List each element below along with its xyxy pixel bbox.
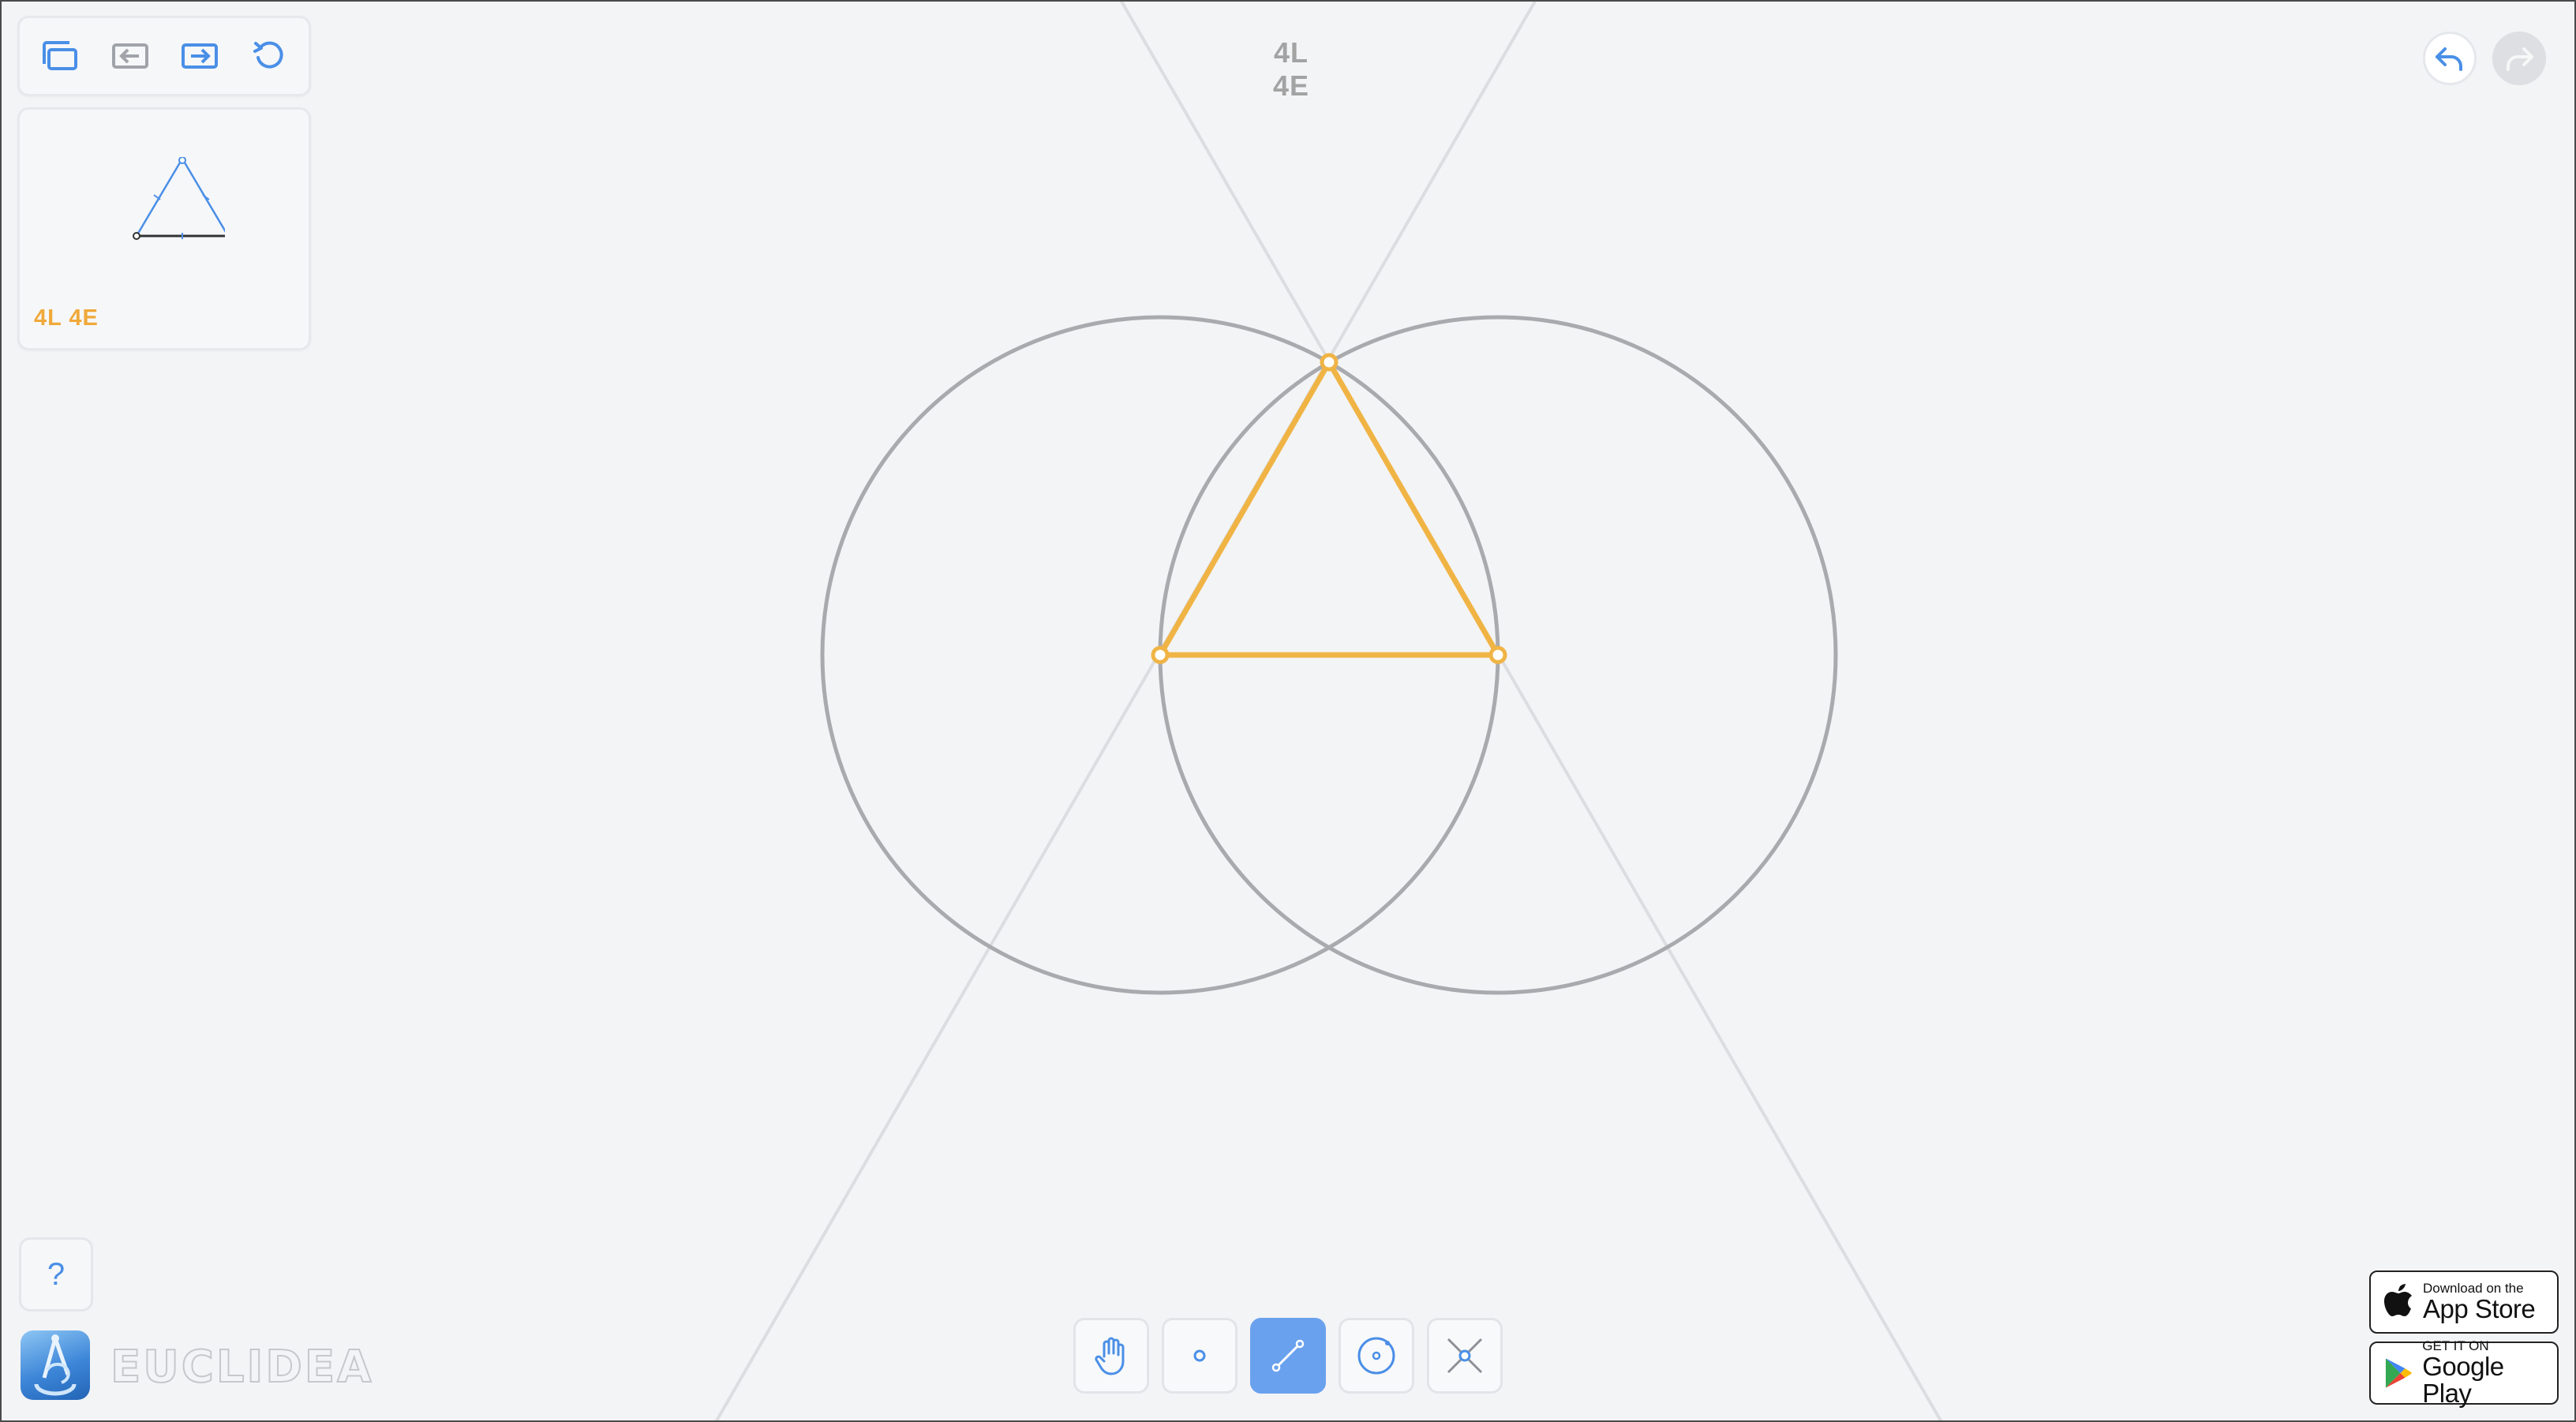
construction-tools	[1073, 1318, 1503, 1394]
level-card-label: 4L 4E	[34, 305, 99, 331]
app-store-big-text: App Store	[2423, 1294, 2536, 1323]
construction-canvas[interactable]	[0, 0, 2576, 1422]
previous-level-icon	[112, 43, 148, 69]
restart-icon	[253, 41, 283, 69]
hand-icon	[1095, 1337, 1125, 1375]
guide-line-right	[714, 0, 1537, 1422]
line-tool[interactable]	[1250, 1318, 1326, 1394]
point-tool[interactable]	[1162, 1318, 1237, 1394]
undo-button[interactable]	[2423, 32, 2477, 85]
levels-icon	[43, 41, 77, 70]
euclidea-logo-icon	[21, 1330, 90, 1400]
triangle-right-side	[1326, 361, 1501, 657]
google-play-big-text: Google Play	[2422, 1352, 2504, 1408]
circle-tool[interactable]	[1339, 1318, 1414, 1394]
intersect-icon	[1447, 1338, 1483, 1374]
level-preview-thumbnail	[133, 157, 225, 240]
euclidea-wordmark: EUCLIDEA	[110, 1341, 374, 1394]
redo-icon	[2507, 47, 2533, 71]
point-icon	[1193, 1349, 1206, 1362]
vertex-top	[1320, 353, 1339, 372]
restart-button[interactable]	[247, 34, 291, 78]
next-level-icon	[182, 43, 218, 69]
previous-level-button[interactable]	[108, 34, 152, 78]
google-play-badge[interactable]: GET IT ON Google Play	[2369, 1339, 2559, 1408]
line-icon	[1271, 1339, 1305, 1372]
level-title: 4L 4E	[1272, 36, 1310, 102]
level-navigation-toolbar	[17, 16, 311, 96]
help-icon: ?	[47, 1256, 66, 1292]
intersect-tool[interactable]	[1427, 1318, 1503, 1394]
guide-lines	[714, 0, 1943, 1422]
apple-icon	[2384, 1284, 2412, 1316]
redo-button[interactable]	[2492, 32, 2546, 85]
help-button[interactable]: ?	[19, 1237, 93, 1312]
move-tool[interactable]	[1073, 1318, 1149, 1394]
app-store-badge[interactable]: Download on the App Store	[2369, 1270, 2559, 1334]
undo-icon	[2436, 47, 2462, 71]
next-level-button[interactable]	[178, 34, 222, 78]
triangle-vertices[interactable]	[1151, 353, 1507, 664]
vertex-left	[1151, 646, 1170, 664]
vertex-right	[1488, 646, 1507, 664]
google-play-icon	[2385, 1358, 2412, 1388]
circle-icon	[1357, 1337, 1395, 1375]
triangle-left-side	[1157, 361, 1332, 657]
guide-line-left	[1119, 0, 1943, 1422]
levels-button[interactable]	[39, 34, 83, 78]
equilateral-triangle	[1157, 361, 1501, 658]
current-level-card[interactable]: 4L 4E	[17, 107, 311, 350]
